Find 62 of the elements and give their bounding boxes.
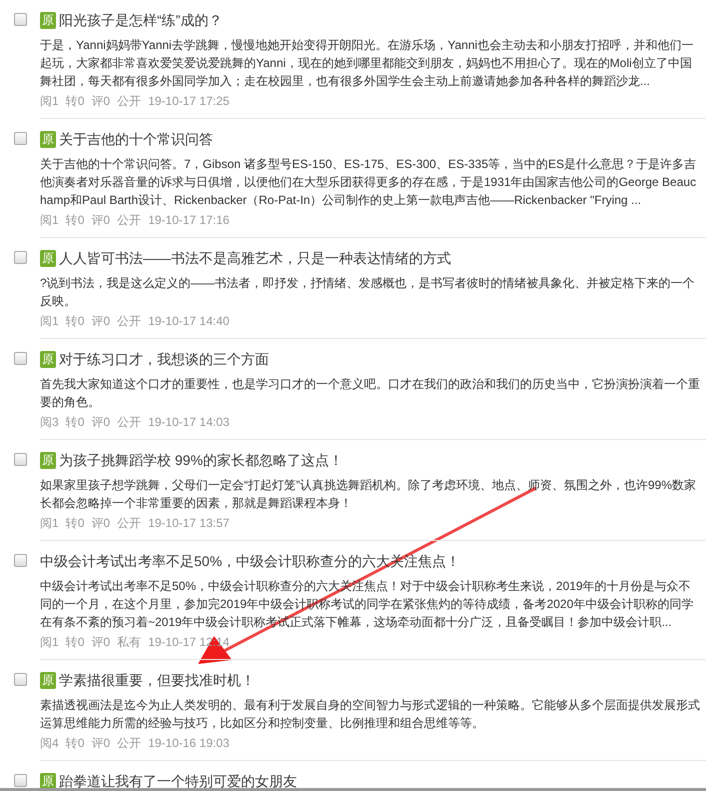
post-title[interactable]: 为孩子挑舞蹈学校 99%的家长都忽略了这点！	[59, 450, 343, 470]
comment-count: 评0	[91, 212, 110, 229]
visibility-label: 公开	[117, 313, 142, 330]
checkbox[interactable]	[14, 251, 26, 264]
comment-count: 评0	[91, 735, 110, 752]
checkbox[interactable]	[14, 13, 26, 26]
post-title[interactable]: 对于练习口才，我想谈的三个方面	[59, 348, 269, 370]
visibility-label: 公开	[117, 212, 142, 229]
repost-count: 转0	[66, 212, 84, 229]
post-time: 19-10-17 14:03	[148, 414, 230, 431]
comment-count: 评0	[91, 515, 110, 532]
repost-count: 转0	[66, 313, 84, 330]
post-summary: 素描透视画法是迄今为止人类发明的、最有利于发展自身的空间智力与形式逻辑的一种策略。它能够从多个层面提供发展形式运算思维能力所需的经验与技巧，比如区分和控制变量、比例推理和组合思维等等。	[40, 697, 701, 732]
checkbox[interactable]	[14, 352, 26, 365]
checkbox[interactable]	[14, 673, 26, 686]
checkbox[interactable]	[14, 132, 26, 145]
post-time: 19-10-16 19:03	[148, 735, 230, 752]
visibility-label: 公开	[117, 414, 142, 431]
original-badge: 原	[40, 350, 56, 368]
read-count: 阅1	[40, 515, 59, 532]
post-title[interactable]: 跆拳道让我有了一个特别可爱的女朋友	[59, 770, 297, 791]
repost-count: 转0	[66, 515, 84, 532]
repost-count: 转0	[66, 93, 84, 110]
checkbox[interactable]	[14, 554, 26, 567]
comment-count: 评0	[91, 634, 110, 651]
post-title[interactable]: 关于吉他的十个常识问答	[59, 128, 213, 150]
original-badge: 原	[40, 772, 56, 790]
repost-count: 转0	[66, 634, 84, 651]
original-badge: 原	[40, 250, 56, 266]
post-title[interactable]: 学素描很重要，但要找准时机！	[59, 670, 255, 690]
post-summary: 首先我大家知道这个口才的重要性，也是学习口才的一个意义吧。口才在我们的政治和我们的历史当中，它扮演扮演着一个重要的角色。	[40, 376, 701, 411]
post-title[interactable]: 阳光孩子是怎样“练”成的？	[59, 10, 222, 30]
post-summary: 关于吉他的十个常识问答。7，Gibson 诸多型号ES-150、ES-175、ES-300、ES-335等，当中的ES是什么意思？于是许多吉他演奏者对乐器音量的诉求与日俱增，以便他们在大型乐团获得更多的存在感，于是1931年由国家吉他公司的George Beauchamp和Paul Barth设计、Rickenbacker（Ro-Pat-In）公司制作的史上第一款电声吉他——Rickenbacker "Frying ...	[40, 156, 698, 209]
visibility-label: 公开	[117, 93, 142, 110]
repost-count: 转0	[66, 735, 84, 752]
read-count: 阅1	[40, 212, 59, 229]
original-badge: 原	[40, 130, 56, 148]
post-summary: 如果家里孩子想学跳舞，父母们一定会“打起灯笼”认真挑选舞蹈机构。除了考虑环境、地点、师资、氛围之外，也许99%数家长都会忽略掉一个非常重要的因素，那就是舞蹈课程本身！	[40, 477, 698, 512]
read-count: 阅1	[40, 313, 59, 330]
post-time: 19-10-17 14:40	[148, 313, 230, 330]
comment-count: 评0	[91, 313, 110, 330]
post-summary: ?说到书法，我是这么定义的——书法者，即抒发，抒情绪、发感概也，是书写者彼时的情绪被具象化、并被定格下来的一个反映。	[40, 275, 696, 310]
post-summary: 于是，Yanni妈妈带Yanni去学跳舞，慢慢地她开始变得开朗阳光。在游乐场，Yanni也会主动去和小朋友打招呼，并和他们一起玩，大家都非常喜欢爱笑爱说爱跳舞的Yanni，现在的她到哪里都能交到朋友，妈妈也不用担心了。现在的Moli创立了中国舞社团，每天都有很多外国同学加入；走在校园里，也有很多外国学生会主动上前邀请她参加各种各样的舞蹈沙龙...	[40, 37, 694, 90]
read-count: 阅3	[40, 414, 59, 431]
read-count: 阅1	[40, 93, 59, 110]
original-badge: 原	[40, 12, 56, 28]
read-count: 阅1	[40, 634, 59, 651]
post-title[interactable]: 人人皆可书法——书法不是高雅艺术，只是一种表达情绪的方式	[59, 248, 451, 268]
visibility-label: 私有	[117, 634, 142, 651]
repost-count: 转0	[66, 414, 84, 431]
comment-count: 评0	[91, 93, 110, 110]
post-time: 19-10-17 17:25	[148, 93, 230, 110]
original-badge: 原	[40, 452, 56, 468]
checkbox[interactable]	[14, 774, 26, 787]
checkbox[interactable]	[14, 453, 26, 466]
comment-count: 评0	[91, 414, 110, 431]
post-time: 19-10-17 17:16	[148, 212, 230, 229]
post-time: 19-10-17 13:57	[148, 515, 230, 532]
read-count: 阅4	[40, 735, 59, 752]
visibility-label: 公开	[117, 515, 142, 532]
original-badge: 原	[40, 672, 56, 688]
visibility-label: 公开	[117, 735, 142, 752]
